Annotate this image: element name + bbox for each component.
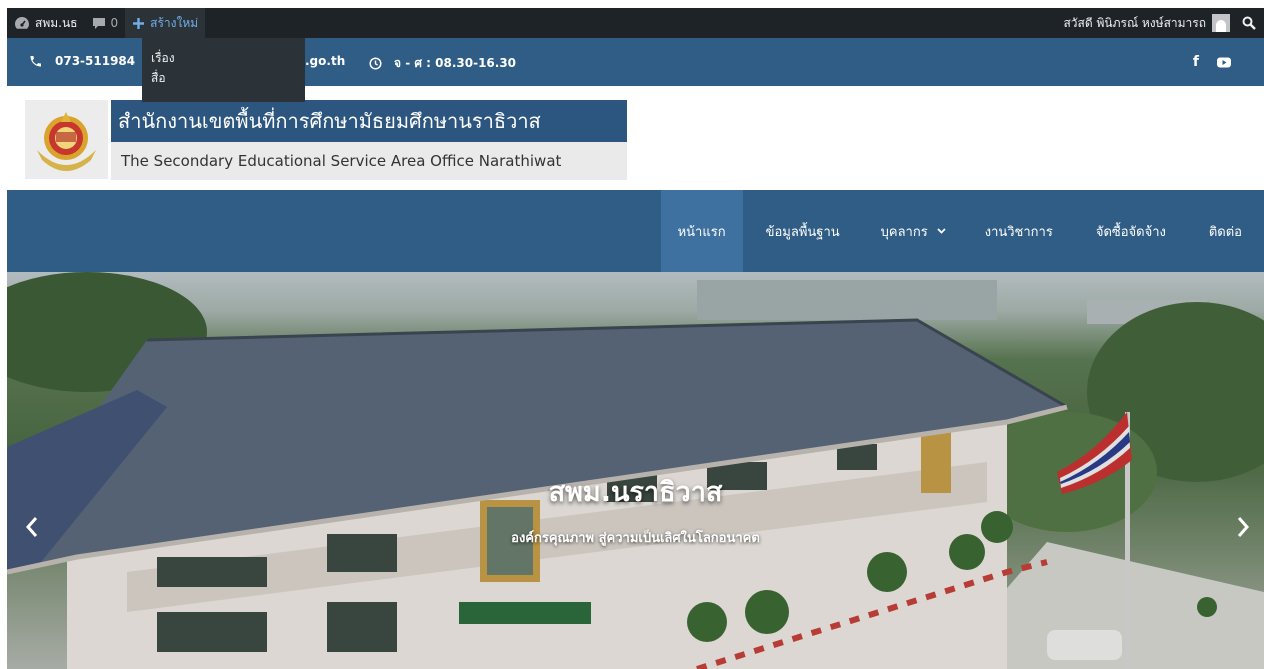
- hero-title: สพม.นราธิวาส: [548, 477, 723, 508]
- site-title-thai: สำนักงานเขตพื้นที่การศึกษามัธยมศึกษานราธ…: [111, 100, 627, 142]
- phone-icon: [29, 54, 43, 68]
- nav-item-basic-info[interactable]: ข้อมูลพื้นฐาน: [743, 190, 863, 272]
- new-label: สร้างใหม่: [150, 15, 199, 30]
- nav-item-procurement[interactable]: จัดซื้อจัดจ้าง: [1074, 190, 1188, 272]
- slider-prev-button[interactable]: [17, 512, 47, 542]
- avatar[interactable]: [1212, 14, 1230, 32]
- admin-new-button[interactable]: สร้างใหม่: [125, 8, 206, 38]
- nav-item-contact[interactable]: ติดต่อ: [1188, 190, 1264, 272]
- main-navigation: หน้าแรก ข้อมูลพื้นฐาน บุคลากร งานวิชาการ…: [7, 190, 1264, 272]
- facebook-icon[interactable]: f: [1193, 54, 1199, 70]
- nav-item-home[interactable]: หน้าแรก: [660, 190, 743, 272]
- nav-item-academic[interactable]: งานวิชาการ: [964, 190, 1074, 272]
- nav-item-personnel[interactable]: บุคลากร: [863, 190, 964, 272]
- hero-slider: สพม.นราธิวาส องค์กรคุณภาพ สู่ความเป็นเลิ…: [7, 272, 1264, 669]
- new-post-menu-item[interactable]: เรื่อง: [142, 48, 305, 68]
- new-media-menu-item[interactable]: สื่อ: [142, 68, 305, 88]
- plus-icon: [132, 17, 145, 30]
- dashboard-icon: [14, 16, 30, 30]
- admin-site-name: สพม.นธ: [35, 15, 78, 30]
- slider-next-button[interactable]: [1228, 512, 1258, 542]
- site-title-banner[interactable]: สำนักงานเขตพื้นที่การศึกษามัธยมศึกษานราธ…: [111, 100, 627, 180]
- hours-text: จ - ศ : 08.30-16.30: [394, 56, 517, 70]
- hero-subtitle: องค์กรคุณภาพ สู่ความเป็นเลิศในโลกอนาคต: [511, 531, 760, 546]
- youtube-icon[interactable]: [1217, 57, 1231, 68]
- admin-bar: สพม.นธ 0 สร้างใหม่ สวัสดี พินิภรณ์ หงษ์ส…: [7, 8, 1264, 38]
- site-title-english: The Secondary Educational Service Area O…: [111, 142, 627, 180]
- comments-count: 0: [110, 16, 119, 30]
- admin-site-link[interactable]: สพม.นธ: [7, 8, 85, 38]
- search-icon[interactable]: [1238, 8, 1264, 38]
- new-dropdown-menu: เรื่อง สื่อ: [142, 38, 305, 102]
- admin-comments-link[interactable]: 0: [85, 8, 126, 38]
- page: สพม.นธ 0 สร้างใหม่ สวัสดี พินิภรณ์ หงษ์ส…: [0, 0, 1264, 669]
- user-greeting[interactable]: สวัสดี พินิภรณ์ หงษ์สามารถ: [1063, 14, 1206, 33]
- clock-icon: [369, 57, 382, 70]
- phone-info[interactable]: 073-511984: [29, 54, 135, 68]
- chevron-down-icon: [937, 228, 946, 234]
- social-links: f: [1193, 54, 1231, 70]
- office-hours: จ - ศ : 08.30-16.30: [369, 54, 516, 73]
- email-fragment[interactable]: .go.th: [305, 54, 345, 68]
- site-logo[interactable]: [25, 100, 108, 179]
- phone-number: 073-511984: [55, 54, 136, 68]
- comment-icon: [92, 17, 106, 30]
